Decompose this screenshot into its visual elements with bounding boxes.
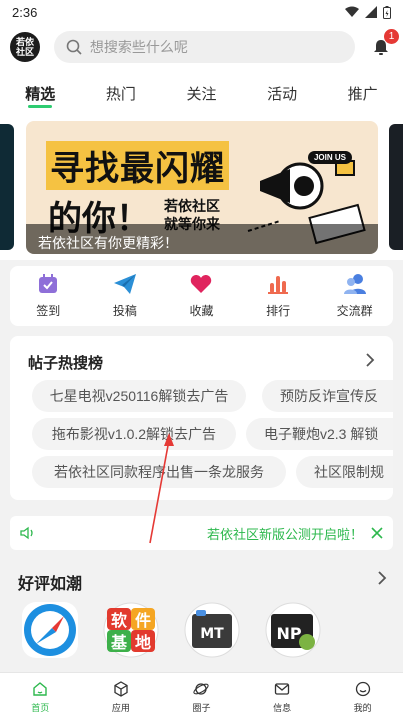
np-manager-app-icon[interactable]: NP: [265, 602, 321, 658]
tab-following[interactable]: 关注: [161, 70, 242, 114]
search-bar[interactable]: 想搜索些什么呢: [53, 31, 356, 63]
banner-caption: 若依社区有你更精彩！: [26, 224, 378, 254]
hot-tag[interactable]: 电子鞭炮v2.3 解锁: [246, 418, 393, 450]
cube-icon: [112, 680, 130, 698]
app-glyph: 地: [135, 633, 151, 652]
nav-home[interactable]: 首页: [0, 673, 81, 718]
quick-action-favorites[interactable]: 收藏: [163, 266, 240, 326]
quick-action-label: 排行: [266, 304, 291, 318]
signal-icon: [365, 6, 377, 18]
tab-featured[interactable]: 精选: [0, 70, 81, 114]
quick-action-label: 投稿: [112, 304, 137, 318]
mail-icon: [273, 680, 291, 698]
hot-tag[interactable]: 社区限制规: [296, 456, 393, 488]
search-icon: [66, 39, 82, 55]
banner-next-peek[interactable]: [389, 124, 403, 250]
praise-title: 好评如潮: [18, 576, 83, 593]
heart-icon: [189, 272, 213, 296]
banner-carousel: 寻找最闪耀 的你！ 若依社区 就等你来 JOIN US 若依社区有你更精彩！: [0, 114, 403, 260]
nav-label: 我的: [353, 703, 372, 713]
bottom-nav: 首页 应用 圈子 信息 我的: [0, 672, 403, 718]
notification-badge: 1: [383, 29, 399, 44]
nav-label: 圈子: [192, 703, 211, 713]
wifi-icon: [345, 6, 359, 17]
speaker-icon: [20, 526, 33, 540]
quick-action-checkin[interactable]: 签到: [10, 266, 87, 326]
quick-action-group-chat[interactable]: 交流群: [316, 266, 393, 326]
home-icon: [31, 680, 49, 698]
top-bar: 若依社区 想搜索些什么呢 1: [0, 24, 403, 70]
tab-events[interactable]: 活动: [242, 70, 323, 114]
chevron-right-icon[interactable]: [377, 570, 387, 586]
app-glyph: 件: [135, 611, 151, 630]
hot-search-card: 帖子热搜榜 七星电视v250116解锁去广告 预防反诈宣传反 拖布影视v1.0.…: [10, 336, 393, 500]
status-icons: [345, 5, 391, 19]
nav-label: 信息: [273, 703, 292, 713]
app-glyph: NP: [276, 624, 301, 643]
quick-action-label: 收藏: [189, 304, 214, 318]
hot-search-title: 帖子热搜榜: [28, 355, 104, 372]
join-us-label: JOIN US: [307, 151, 352, 164]
smile-icon: [354, 680, 372, 698]
close-icon[interactable]: [371, 527, 383, 539]
quick-action-label: 签到: [36, 304, 61, 318]
nav-label: 首页: [31, 703, 50, 713]
nav-circles[interactable]: 圈子: [161, 673, 242, 718]
nav-profile[interactable]: 我的: [322, 673, 403, 718]
tab-promotion[interactable]: 推广: [322, 70, 403, 114]
planet-icon: [192, 680, 210, 698]
category-tabs: 精选 热门 关注 活动 推广: [0, 70, 403, 114]
hot-tag[interactable]: 若依社区同款程序出售一条龙服务: [32, 456, 286, 488]
notification-button[interactable]: 1: [369, 29, 399, 59]
hot-tag[interactable]: 拖布影视v1.0.2解锁去广告: [32, 418, 236, 450]
hot-tag[interactable]: 七星电视v250116解锁去广告: [32, 380, 246, 412]
nav-apps[interactable]: 应用: [81, 673, 162, 718]
battery-icon: [383, 5, 391, 19]
group-icon: [343, 272, 367, 296]
app-glyph: 软: [111, 611, 127, 630]
quick-action-label: 交流群: [336, 304, 373, 318]
quick-action-ranking[interactable]: 排行: [240, 266, 317, 326]
calendar-icon: [36, 272, 60, 296]
nav-messages[interactable]: 信息: [242, 673, 323, 718]
app-glyph: MT: [200, 626, 224, 642]
hot-tag[interactable]: 预防反诈宣传反: [262, 380, 393, 412]
quick-action-submit[interactable]: 投稿: [87, 266, 164, 326]
paper-plane-icon: [113, 272, 137, 296]
quick-actions: 签到 投稿 收藏 排行 交流群: [10, 266, 393, 326]
compass-app-icon[interactable]: [22, 602, 78, 658]
chevron-right-icon[interactable]: [365, 352, 375, 368]
banner-sub-line-1: 若依社区: [164, 198, 220, 214]
mt-manager-app-icon[interactable]: MT: [184, 602, 240, 658]
notice-bar[interactable]: 若依社区新版公测开启啦！: [10, 516, 393, 550]
status-bar: 2:36: [0, 0, 403, 24]
community-logo[interactable]: 若依社区: [10, 32, 40, 62]
software-base-app-icon[interactable]: 软 件 基 地: [103, 602, 159, 658]
tab-hot[interactable]: 热门: [81, 70, 162, 114]
app-glyph: 基: [110, 633, 128, 652]
notice-text: 若依社区新版公测开启啦！: [206, 526, 363, 542]
bar-chart-icon: [266, 272, 290, 296]
logo-text: 若依社区: [15, 37, 34, 57]
status-time: 2:36: [12, 4, 38, 20]
banner-headline-1: 寻找最闪耀: [46, 141, 229, 190]
banner-slide[interactable]: 寻找最闪耀 的你！ 若依社区 就等你来 JOIN US 若依社区有你更精彩！: [26, 121, 378, 254]
banner-prev-peek[interactable]: [0, 124, 14, 250]
nav-label: 应用: [111, 703, 130, 713]
search-placeholder: 想搜索些什么呢: [89, 39, 188, 55]
